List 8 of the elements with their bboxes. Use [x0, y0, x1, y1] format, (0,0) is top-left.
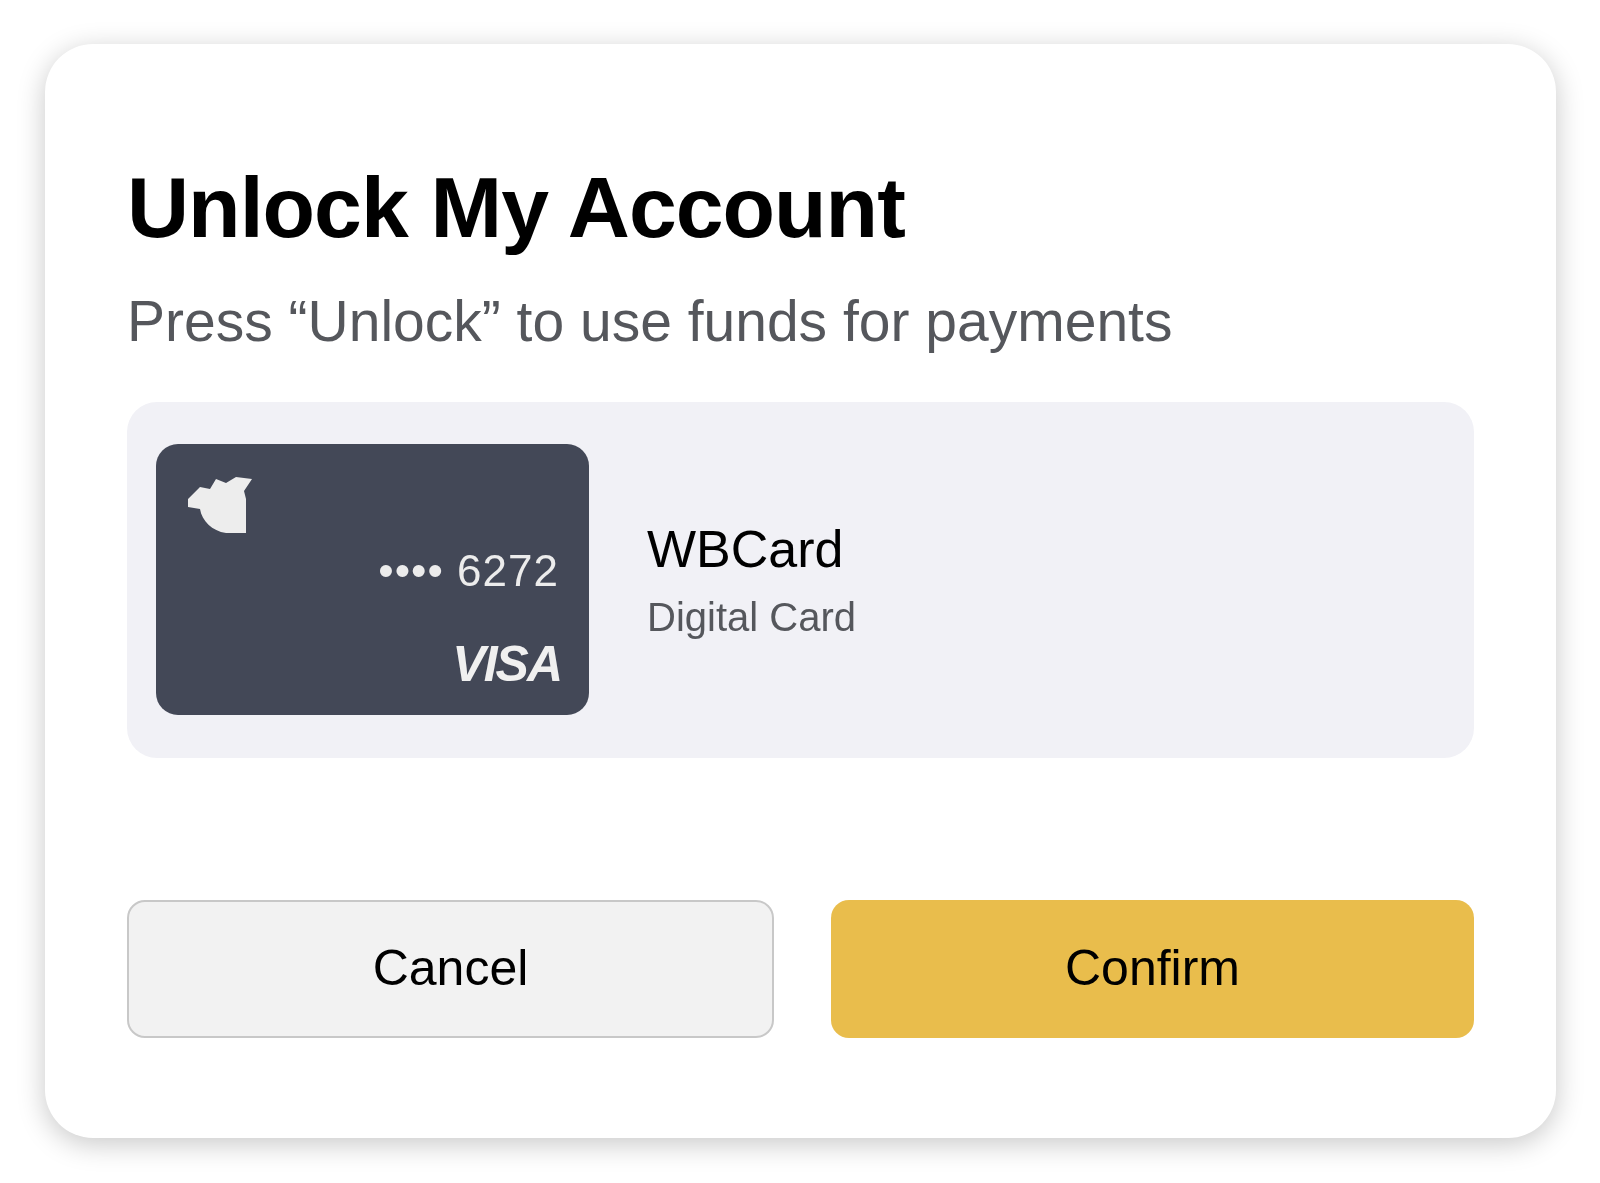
card-name: WBCard — [647, 522, 845, 575]
card-number: •••• 6272 — [378, 549, 559, 594]
confirm-button[interactable]: Confirm — [831, 899, 1474, 1038]
cancel-button[interactable]: Cancel — [127, 899, 774, 1038]
dialog-subtitle: Press “Unlock” to use funds for payments — [127, 288, 1173, 356]
card-type: Digital Card — [647, 596, 856, 637]
dialog-title: Unlock My Account — [127, 158, 905, 257]
card-network: VISA — [452, 639, 561, 690]
